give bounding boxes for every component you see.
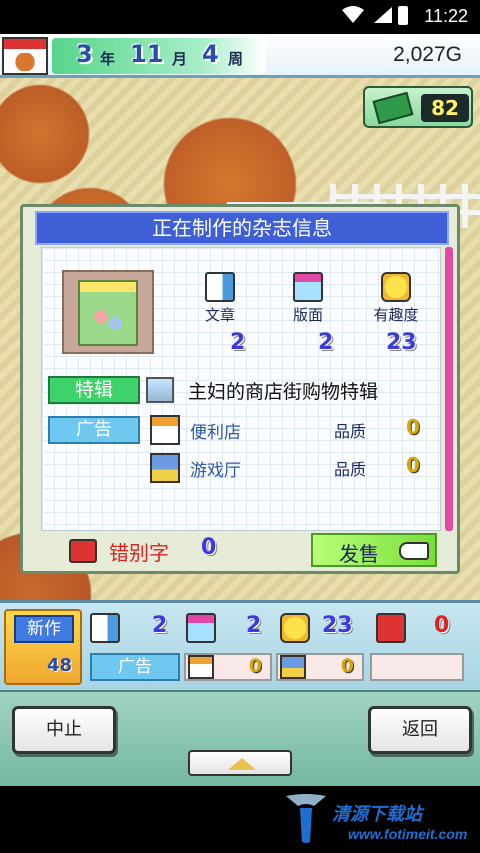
book-icon (372, 91, 414, 125)
sell-button[interactable]: 发售 (311, 533, 437, 567)
convenience-store-icon (188, 655, 214, 679)
month-value: 11 (130, 40, 164, 68)
ad-slot-value: 0 (248, 655, 262, 677)
magazine-info-dialog: 正在制作的杂志信息 文章 2 版面 2 有趣度 23 特辑 主妇的商店街购物特辑… (20, 204, 460, 574)
article-icon (205, 272, 235, 302)
panel-stats: 2 2 23 0 (90, 611, 476, 647)
clock: 11:22 (424, 6, 468, 26)
week-value: 4 (202, 40, 219, 68)
status-bar: 11:22 (0, 0, 480, 34)
battery-icon (398, 6, 408, 25)
layout-icon (186, 613, 216, 643)
smiley-icon (381, 272, 411, 302)
wifi-icon (342, 6, 364, 23)
new-issue-badge: 新作 48 (4, 609, 82, 685)
expand-up-button[interactable] (188, 750, 292, 776)
quality-label: 品质 (334, 460, 367, 479)
sell-label: 发售 (339, 542, 379, 566)
feature-title: 主妇的商店街购物特辑 (188, 381, 379, 403)
stat-article-value: 2 (230, 330, 246, 355)
stat-article: 文章 2 (180, 272, 260, 355)
dialog-scrollbar[interactable] (445, 247, 453, 531)
book-count: 82 (421, 94, 469, 122)
game-screen: 11:22 3 年 11 月 4 周 2,027G 82 正在制作的杂志信息 文… (0, 0, 480, 853)
dialog-content: 文章 2 版面 2 有趣度 23 特辑 主妇的商店街购物特辑 广告 便利店 品质… (41, 247, 441, 531)
stat-layout-value: 2 (318, 330, 334, 355)
stat-fun: 有趣度 23 (356, 272, 436, 355)
stat-fun-label: 有趣度 (373, 306, 419, 324)
year-value: 3 (76, 40, 93, 68)
date-display: 3 年 11 月 4 周 (52, 38, 266, 74)
week-unit: 周 (228, 50, 244, 68)
watermark-url: www.fotimeit.com (348, 826, 468, 842)
stat-layout: 版面 2 (268, 272, 348, 355)
ad-tag: 广告 (90, 653, 180, 681)
magazine-cover-image (62, 270, 154, 354)
dialog-title: 正在制作的杂志信息 (35, 211, 449, 245)
printer-icon (376, 613, 406, 643)
bottom-controls: 中止 返回 (0, 690, 480, 786)
ad-slot[interactable]: 0 (276, 653, 364, 681)
book-count-badge[interactable]: 82 (363, 86, 473, 128)
feature-row[interactable]: 特辑 主妇的商店街购物特辑 (48, 374, 434, 408)
pointing-hand-icon (399, 542, 429, 560)
panel-layout-value: 2 (246, 613, 262, 638)
back-button[interactable]: 返回 (368, 706, 472, 754)
panel-ads: 广告 0 0 (90, 651, 466, 685)
arcade-icon (280, 655, 306, 679)
printer-icon (69, 539, 97, 563)
watermark-bar: 清源下载站 www.fotimeit.com (0, 786, 480, 853)
ad-name: 游戏厅 (190, 461, 241, 481)
ad-name: 便利店 (190, 423, 241, 443)
status-panel: 新作 48 2 2 23 0 广告 0 0 (0, 600, 480, 690)
month-unit: 月 (172, 50, 188, 68)
article-icon (90, 613, 120, 643)
year-unit: 年 (100, 50, 116, 68)
ad-slot-empty[interactable] (370, 653, 464, 681)
watermark-name: 清源下载站 (332, 804, 422, 825)
quality-label: 品质 (334, 422, 367, 441)
ad-slot-value: 0 (340, 655, 354, 677)
panel-typo-value: 0 (434, 613, 450, 638)
watermark-logo-icon (286, 794, 326, 843)
quality-value: 0 (406, 415, 420, 439)
stop-button[interactable]: 中止 (12, 706, 116, 754)
new-issue-count: 48 (46, 655, 72, 676)
stat-layout-label: 版面 (292, 306, 323, 324)
feature-tag: 特辑 (48, 376, 140, 404)
season-calendar-icon[interactable] (2, 37, 48, 75)
layout-icon (293, 272, 323, 302)
typo-value: 0 (201, 535, 217, 560)
feature-image-icon (146, 377, 174, 403)
arcade-icon (150, 453, 180, 483)
top-bar: 3 年 11 月 4 周 2,027G (0, 34, 480, 78)
signal-icon (374, 7, 392, 23)
dialog-footer: 错别字 0 发售 (43, 533, 457, 569)
smiley-icon (280, 613, 310, 643)
ad-row-convenience-store[interactable]: 广告 便利店 品质 0 (48, 414, 434, 448)
convenience-store-icon (150, 415, 180, 445)
money-display: 2,027G (393, 43, 462, 66)
panel-fun-value: 23 (322, 613, 353, 638)
new-issue-tag: 新作 (14, 615, 74, 643)
stat-fun-value: 23 (386, 330, 417, 355)
panel-article-value: 2 (152, 613, 168, 638)
up-arrow-icon (228, 758, 256, 770)
typo-label: 错别字 (109, 541, 169, 565)
ad-tag: 广告 (48, 416, 140, 444)
quality-value: 0 (406, 453, 420, 477)
ad-slot[interactable]: 0 (184, 653, 272, 681)
ad-row-arcade[interactable]: 游戏厅 品质 0 (48, 452, 434, 486)
stat-article-label: 文章 (204, 306, 235, 324)
